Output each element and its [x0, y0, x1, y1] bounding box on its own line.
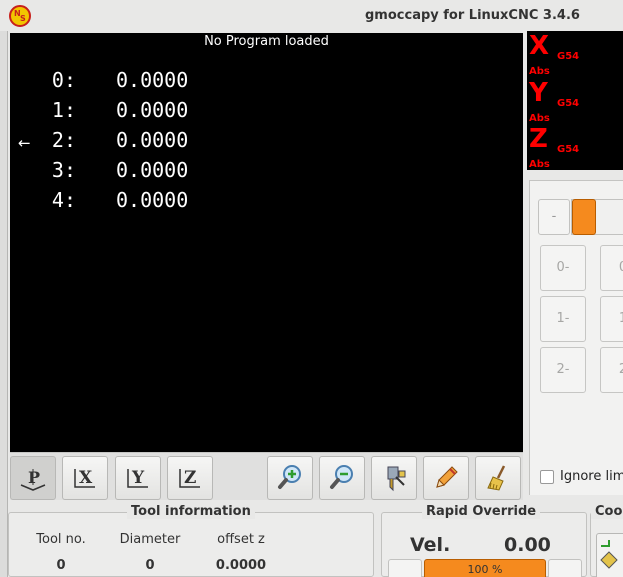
ignore-limits-checkbox[interactable]: Ignore lim	[540, 469, 623, 484]
axis-coord-system: G54	[557, 98, 580, 109]
jog-panel: - 0- 0 1- 1 2- 2 Ignore lim	[529, 180, 623, 495]
preview-dro-row: 1: 0.0000	[51, 98, 189, 122]
app-logo-icon: N S	[9, 5, 31, 27]
jog-speed-minus-button[interactable]: -	[538, 199, 570, 235]
axis-coord-system: G54	[557, 144, 580, 155]
dro-axis-x[interactable]: X G54 Abs	[529, 31, 623, 79]
zoom-out-icon	[330, 465, 353, 489]
svg-text:Z: Z	[184, 468, 196, 488]
offset-z-value: 0.0000	[215, 558, 267, 573]
view-z-button[interactable]: Z	[167, 456, 213, 500]
clear-plot-button[interactable]	[475, 456, 521, 500]
diameter-header: Diameter	[119, 532, 181, 547]
coolant-icon	[600, 540, 618, 569]
jog-1-minus-button[interactable]: 1-	[540, 296, 586, 342]
zoom-in-icon	[278, 465, 301, 489]
axis-letter: Y	[529, 78, 548, 108]
coolant-title: Coo	[591, 504, 623, 519]
axis-letter: Z	[529, 124, 548, 154]
axis-mode: Abs	[529, 159, 550, 170]
tool-information-title: Tool information	[127, 504, 255, 519]
origin-arrow-icon: ←	[18, 134, 31, 152]
zoom-in-button[interactable]	[267, 456, 313, 500]
left-edge-panel	[0, 31, 8, 577]
view-toolbar: P X Y Z	[10, 452, 523, 500]
zoom-out-button[interactable]	[319, 456, 365, 500]
preview-dro-row: 2: 0.0000	[51, 128, 189, 152]
preview-dro-row: 4: 0.0000	[51, 188, 189, 212]
preview-dro: 0: 0.0000 1: 0.0000 2: 0.0000 3: 0.0000 4: 0.…	[50, 65, 188, 215]
rapid-override-minus-button[interactable]	[388, 559, 422, 577]
jog-0-minus-button[interactable]: 0-	[540, 245, 586, 291]
svg-text:Y: Y	[131, 468, 145, 488]
view-z-icon: Z	[179, 468, 200, 488]
axis-mode: Abs	[529, 66, 550, 77]
svg-text:X: X	[79, 468, 93, 488]
coolant-button[interactable]	[596, 533, 623, 577]
coolant-frame: Coo	[590, 504, 623, 577]
checkbox-box[interactable]	[540, 469, 554, 484]
rapid-override-plus-button[interactable]	[548, 559, 582, 577]
rapid-override-title: Rapid Override	[422, 504, 541, 519]
tool-path-icon	[387, 466, 406, 492]
broom-icon	[487, 465, 506, 491]
jog-2-minus-button[interactable]: 2-	[540, 347, 586, 393]
diameter-value: 0	[145, 558, 155, 573]
jog-1-plus-button[interactable]: 1	[600, 296, 623, 342]
view-x-icon: X	[74, 468, 95, 488]
edit-button[interactable]	[423, 456, 469, 500]
svg-text:P: P	[28, 468, 40, 487]
view-p-button[interactable]: P	[10, 456, 56, 500]
tool-information-frame: Tool information Tool no. Diameter offse…	[8, 504, 374, 577]
axis-letter: X	[529, 31, 550, 61]
rapid-override-frame: Rapid Override Vel. 0.00 100 %	[381, 504, 587, 577]
view-perspective-icon: P	[20, 468, 46, 491]
rapid-override-slider[interactable]: 100 %	[424, 559, 546, 577]
ignore-limits-label: Ignore lim	[560, 469, 623, 484]
preview-dro-row: 0: 0.0000	[51, 68, 189, 92]
axis-mode: Abs	[529, 113, 550, 124]
velocity-value: 0.00	[504, 534, 551, 556]
view-select-button[interactable]	[371, 456, 417, 500]
program-status: No Program loaded	[204, 34, 329, 49]
view-x-button[interactable]: X	[62, 456, 108, 500]
window-title: gmoccapy for LinuxCNC 3.4.6	[365, 8, 580, 23]
tool-no-value: 0	[56, 558, 66, 573]
velocity-label: Vel.	[410, 534, 451, 556]
preview-dro-row: 3: 0.0000	[51, 158, 189, 182]
view-y-button[interactable]: Y	[115, 456, 161, 500]
axis-coord-system: G54	[557, 51, 580, 62]
tool-no-header: Tool no.	[36, 532, 86, 547]
jog-speed-slider-thumb[interactable]	[572, 199, 596, 235]
axis-dro-panel: X G54 Abs Y G54 Abs Z G54 Abs	[527, 31, 623, 170]
view-y-icon: Y	[127, 468, 148, 488]
gcode-preview[interactable]: No Program loaded ← 0: 0.0000 1: 0.0000 2:…	[10, 33, 523, 452]
jog-2-plus-button[interactable]: 2	[600, 347, 623, 393]
jog-0-plus-button[interactable]: 0	[600, 245, 623, 291]
dro-axis-z[interactable]: Z G54 Abs	[529, 124, 623, 172]
pencil-icon	[436, 466, 458, 488]
offset-z-header: offset z	[217, 532, 265, 547]
dro-axis-y[interactable]: Y G54 Abs	[529, 78, 623, 126]
title-bar: N S gmoccapy for LinuxCNC 3.4.6	[0, 0, 623, 31]
